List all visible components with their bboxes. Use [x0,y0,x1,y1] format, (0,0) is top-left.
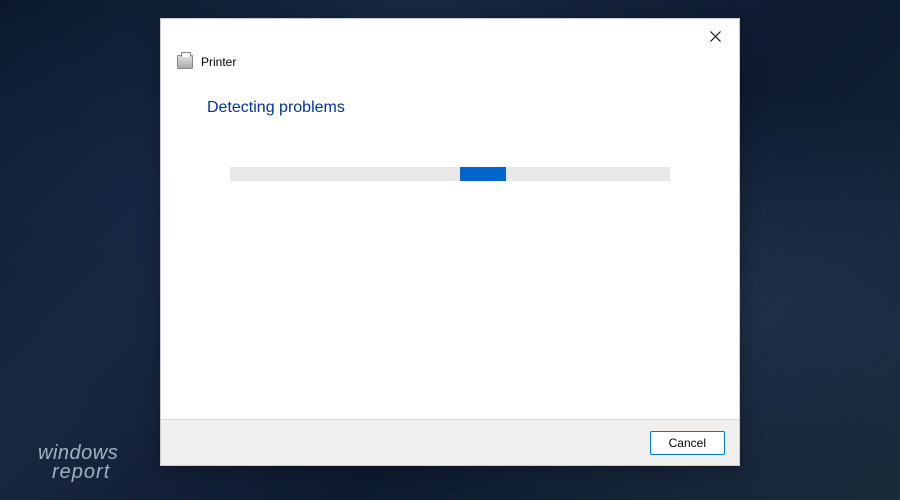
close-button[interactable] [703,24,727,48]
dialog-content: Detecting problems [161,69,739,419]
dialog-title-row: Printer [161,55,739,69]
troubleshooter-dialog: Printer Detecting problems Cancel [160,18,740,466]
status-heading: Detecting problems [207,99,693,117]
dialog-title: Printer [201,55,236,69]
dialog-footer: Cancel [161,419,739,465]
progress-bar [230,167,670,181]
dialog-titlebar [161,19,739,53]
close-icon [710,31,721,42]
cancel-button[interactable]: Cancel [650,431,725,455]
watermark-logo: windows report [38,444,118,482]
progress-indicator [460,167,506,181]
watermark-line2: report [52,463,118,482]
printer-icon [177,55,193,69]
